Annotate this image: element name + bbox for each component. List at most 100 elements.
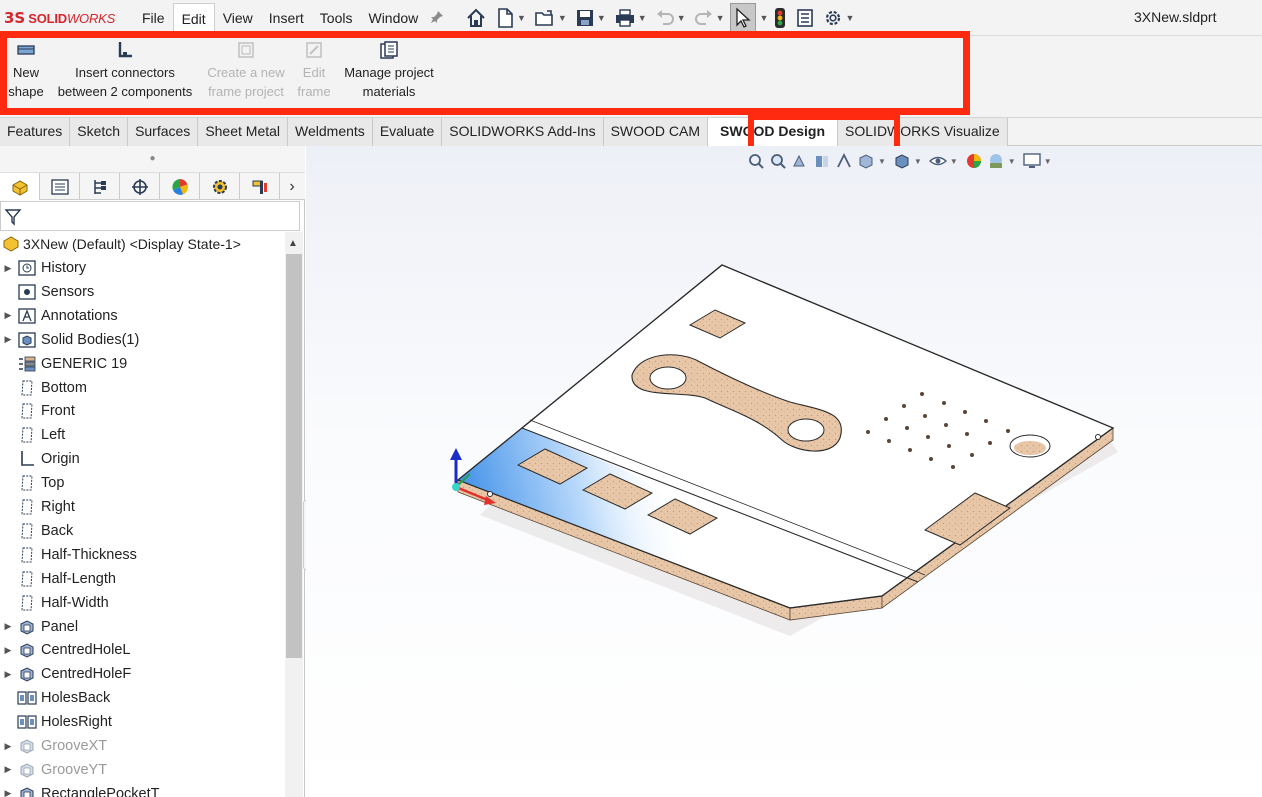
panel-splitter-handle[interactable]: ● <box>0 146 305 172</box>
menu-tools[interactable]: Tools <box>312 3 361 33</box>
tab-weldments[interactable]: Weldments <box>288 118 373 146</box>
panel-model-viewport[interactable] <box>306 146 1262 797</box>
filter-icon <box>4 209 22 226</box>
pin-icon[interactable] <box>430 10 446 26</box>
rebuild-button[interactable] <box>770 3 790 33</box>
tree-item-label: CentredHoleF <box>41 666 132 683</box>
options-button[interactable]: ▼ <box>820 3 857 33</box>
expand-arrow-icon[interactable]: ▶ <box>0 310 16 321</box>
new-document-button[interactable]: ▼ <box>492 3 529 33</box>
tree-item[interactable]: GENERIC 19 <box>0 352 285 376</box>
tree-item-label: Right <box>41 499 75 515</box>
plane-icon <box>16 570 38 588</box>
tree-item[interactable]: Half-Length <box>0 567 285 591</box>
tab-solidworks-addins[interactable]: SOLIDWORKS Add-Ins <box>442 118 604 146</box>
tab-swood-cam[interactable]: SWOOD CAM <box>603 118 709 146</box>
print-button[interactable]: ▼ <box>611 3 650 33</box>
feature-icon <box>16 641 38 659</box>
chevron-right-icon[interactable]: › <box>280 173 304 200</box>
file-properties-icon <box>797 9 814 27</box>
solidworks-logo[interactable]: 3S SOLIDWORKS <box>4 8 115 28</box>
annotations-icon <box>16 307 38 325</box>
expand-arrow-icon[interactable]: ▶ <box>0 741 16 752</box>
tree-item[interactable]: ▶ RectanglePocketT <box>0 782 285 797</box>
tree-item[interactable]: Origin <box>0 447 285 471</box>
tree-item[interactable]: ▶ CentredHoleF <box>0 662 285 686</box>
tab-evaluate[interactable]: Evaluate <box>372 118 443 146</box>
feature-icon <box>16 737 38 755</box>
tree-item[interactable]: ▶ History <box>0 256 285 280</box>
expand-arrow-icon[interactable]: ▶ <box>0 621 16 632</box>
cam-tab[interactable] <box>200 173 240 200</box>
tree-item[interactable]: Back <box>0 519 285 543</box>
home-button[interactable] <box>462 3 490 33</box>
tree-item[interactable]: HolesBack <box>0 686 285 710</box>
chevron-down-icon: ▼ <box>676 13 686 23</box>
tab-sketch[interactable]: Sketch <box>70 118 129 146</box>
tree-item[interactable]: ▶ Annotations <box>0 304 285 328</box>
cursor-arrow-icon <box>735 7 751 28</box>
chevron-down-icon: ▼ <box>845 13 855 23</box>
display-manager-tab[interactable] <box>160 173 200 200</box>
menu-window[interactable]: Window <box>360 3 426 33</box>
feature-icon <box>16 785 38 797</box>
expand-arrow-icon[interactable]: ▶ <box>0 334 16 345</box>
menu-view[interactable]: View <box>215 3 261 33</box>
menu-insert[interactable]: Insert <box>261 3 312 33</box>
tree-item[interactable]: Right <box>0 495 285 519</box>
expand-arrow-icon[interactable]: ▶ <box>0 788 16 797</box>
tree-item[interactable]: Top <box>0 471 285 495</box>
logo-text: SOLIDWORKS <box>28 10 116 26</box>
save-button[interactable]: ▼ <box>572 3 609 33</box>
swood-tool-icon <box>252 180 267 194</box>
dimxpert-tab[interactable] <box>120 173 160 200</box>
expand-arrow-icon[interactable]: ▶ <box>0 764 16 775</box>
tree-item[interactable]: Bottom <box>0 376 285 400</box>
open-button[interactable]: ▼ <box>531 3 570 33</box>
chevron-down-icon: ▼ <box>517 13 526 23</box>
property-manager-tab[interactable] <box>40 173 80 200</box>
tree-item[interactable]: Sensors <box>0 280 285 304</box>
tree-item[interactable]: ▶ Solid Bodies(1) <box>0 328 285 352</box>
tree-item-label: History <box>41 260 87 276</box>
tree-item[interactable]: ▶ CentredHoleL <box>0 638 285 662</box>
tree-item[interactable]: HolesRight <box>0 710 285 734</box>
feature-icon <box>16 618 38 636</box>
tree-item-label: GrooveXT <box>41 738 108 754</box>
scroll-up-icon[interactable]: ▲ <box>288 238 298 249</box>
tree-item[interactable]: Half-Thickness <box>0 543 285 567</box>
file-properties-button[interactable] <box>792 3 818 33</box>
tree-item[interactable]: Half-Width <box>0 591 285 615</box>
tree-item[interactable]: Left <box>0 423 285 447</box>
tree-filter[interactable] <box>0 201 300 231</box>
command-tabs: Features Sketch Surfaces Sheet Metal Wel… <box>0 118 1262 146</box>
tab-features[interactable]: Features <box>0 118 71 146</box>
tree-item[interactable]: ▶ GrooveYT <box>0 758 285 782</box>
tab-sheet-metal[interactable]: Sheet Metal <box>198 118 289 146</box>
tree-item[interactable]: Front <box>0 399 285 423</box>
tree-item[interactable]: ▶ Panel <box>0 615 285 639</box>
tree-item-label: Annotations <box>41 307 118 324</box>
undo-icon <box>656 10 674 25</box>
chevron-down-icon[interactable]: ▼ <box>760 13 769 23</box>
menu-file[interactable]: File <box>134 3 173 33</box>
tab-surfaces[interactable]: Surfaces <box>128 118 199 146</box>
feature-manager-tab[interactable] <box>0 173 40 200</box>
menu-edit[interactable]: Edit <box>172 3 215 33</box>
graphics-area[interactable]: ▼ ▼ ▼ ▼ ▼ <box>306 146 1262 797</box>
configuration-manager-tab[interactable] <box>80 173 120 200</box>
select-button[interactable] <box>729 3 756 33</box>
tree-root-item[interactable]: 3XNew (Default) <Display State-1> <box>0 232 241 256</box>
tree-item[interactable]: ▶ GrooveXT <box>0 734 285 758</box>
print-icon <box>615 9 634 27</box>
expand-arrow-icon[interactable]: ▶ <box>0 669 16 680</box>
redo-button[interactable]: ▼ <box>691 3 728 33</box>
expand-arrow-icon[interactable]: ▶ <box>0 263 16 274</box>
plane-icon <box>16 546 38 564</box>
swood-tab[interactable] <box>240 173 280 200</box>
undo-button[interactable]: ▼ <box>652 3 689 33</box>
scrollbar-thumb[interactable] <box>286 254 302 658</box>
expand-arrow-icon[interactable]: ▶ <box>0 645 16 656</box>
tree-scrollbar[interactable]: ▲ <box>285 232 303 797</box>
ribbon-highlight-box <box>0 31 970 115</box>
